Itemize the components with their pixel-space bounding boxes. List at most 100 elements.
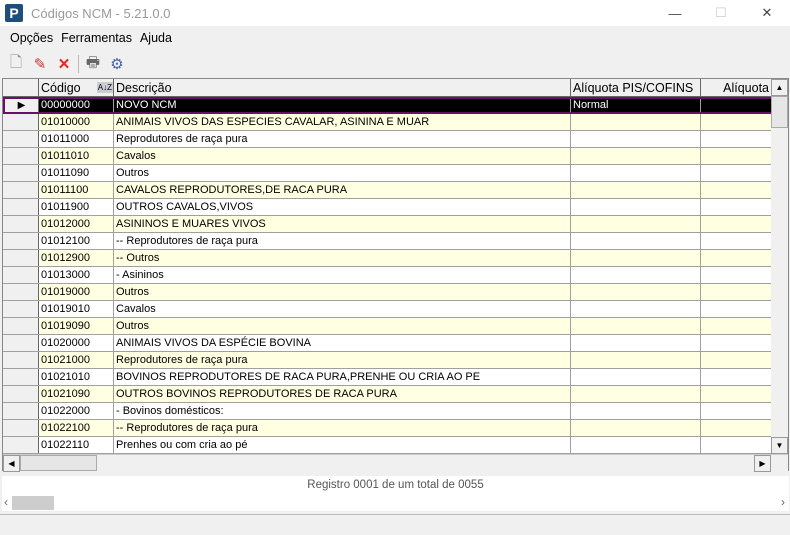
cell-descricao[interactable]: OUTROS BOVINOS REPRODUTORES DE RACA PURA bbox=[114, 386, 571, 402]
menu-opcoes[interactable]: Opções bbox=[6, 31, 57, 45]
cell-descricao[interactable]: ANIMAIS VIVOS DA ESPÉCIE BOVINA bbox=[114, 335, 571, 351]
edit-pencil-icon[interactable]: ✎ bbox=[30, 54, 50, 74]
row-indicator[interactable] bbox=[3, 148, 39, 164]
table-row[interactable]: 01022110 Prenhes ou com cria ao pé bbox=[3, 437, 773, 454]
cell-aliquota[interactable] bbox=[701, 420, 772, 436]
cell-descricao[interactable]: CAVALOS REPRODUTORES,DE RACA PURA bbox=[114, 182, 571, 198]
row-indicator[interactable] bbox=[3, 216, 39, 232]
cell-codigo[interactable]: 01011010 bbox=[39, 148, 114, 164]
cell-aliquota[interactable] bbox=[701, 233, 772, 249]
table-row[interactable]: 01012000 ASININOS E MUARES VIVOS bbox=[3, 216, 773, 233]
vertical-scrollbar[interactable]: ▲ ▼ bbox=[771, 79, 788, 454]
table-row[interactable]: 01011900 OUTROS CAVALOS,VIVOS bbox=[3, 199, 773, 216]
cell-codigo[interactable]: 01022100 bbox=[39, 420, 114, 436]
cell-aliquota-pis-cofins[interactable] bbox=[571, 335, 701, 351]
cell-aliquota-pis-cofins[interactable] bbox=[571, 369, 701, 385]
menu-ajuda[interactable]: Ajuda bbox=[136, 31, 176, 45]
bottom-scroll-left-icon[interactable]: ‹ bbox=[4, 495, 8, 509]
cell-aliquota[interactable] bbox=[701, 250, 772, 266]
table-row[interactable]: 01019090 Outros bbox=[3, 318, 773, 335]
cell-aliquota-pis-cofins[interactable] bbox=[571, 267, 701, 283]
cell-codigo[interactable]: 01012900 bbox=[39, 250, 114, 266]
bottom-scrollbar[interactable]: ‹ › bbox=[2, 495, 789, 511]
cell-aliquota[interactable] bbox=[701, 403, 772, 419]
scroll-up-icon[interactable]: ▲ bbox=[771, 79, 788, 96]
current-row-pointer-icon[interactable]: ▶ bbox=[3, 97, 39, 113]
cell-descricao[interactable]: Outros bbox=[114, 318, 571, 334]
cell-aliquota-pis-cofins[interactable] bbox=[571, 318, 701, 334]
column-codigo[interactable]: Código A↓Z bbox=[39, 79, 114, 96]
bottom-scroll-thumb[interactable] bbox=[12, 496, 54, 510]
cell-aliquota[interactable] bbox=[701, 369, 772, 385]
cell-aliquota[interactable] bbox=[701, 131, 772, 147]
cell-aliquota-pis-cofins[interactable] bbox=[571, 199, 701, 215]
cell-aliquota[interactable] bbox=[701, 114, 772, 130]
cell-descricao[interactable]: -- Reprodutores de raça pura bbox=[114, 420, 571, 436]
maximize-button[interactable]: ☐ bbox=[698, 0, 744, 26]
table-row[interactable]: 01020000 ANIMAIS VIVOS DA ESPÉCIE BOVINA bbox=[3, 335, 773, 352]
cell-aliquota-pis-cofins[interactable] bbox=[571, 114, 701, 130]
close-button[interactable]: ✕ bbox=[744, 0, 790, 26]
cell-codigo[interactable]: 01011100 bbox=[39, 182, 114, 198]
row-indicator[interactable] bbox=[3, 233, 39, 249]
menu-ferramentas[interactable]: Ferramentas bbox=[57, 31, 136, 45]
cell-aliquota[interactable] bbox=[701, 182, 772, 198]
scroll-left-icon[interactable]: ◀ bbox=[3, 455, 20, 472]
print-settings-icon[interactable]: ⚙ bbox=[107, 54, 127, 74]
cell-codigo[interactable]: 01020000 bbox=[39, 335, 114, 351]
cell-aliquota-pis-cofins[interactable] bbox=[571, 182, 701, 198]
cell-aliquota-pis-cofins[interactable] bbox=[571, 131, 701, 147]
horizontal-scrollbar[interactable]: ◀ ▶ bbox=[3, 454, 788, 472]
cell-aliquota[interactable] bbox=[701, 148, 772, 164]
cell-aliquota[interactable] bbox=[701, 199, 772, 215]
cell-descricao[interactable]: Prenhes ou com cria ao pé bbox=[114, 437, 571, 453]
scroll-right-icon[interactable]: ▶ bbox=[754, 455, 771, 472]
cell-codigo[interactable]: 01021010 bbox=[39, 369, 114, 385]
cell-aliquota-pis-cofins[interactable] bbox=[571, 148, 701, 164]
cell-aliquota[interactable] bbox=[701, 335, 772, 351]
cell-aliquota[interactable] bbox=[701, 267, 772, 283]
column-aliquota[interactable]: Alíquota bbox=[701, 79, 772, 96]
cell-aliquota-pis-cofins[interactable]: Normal bbox=[571, 97, 701, 113]
cell-aliquota-pis-cofins[interactable] bbox=[571, 301, 701, 317]
cell-aliquota[interactable] bbox=[701, 97, 772, 113]
sort-az-icon[interactable]: A↓Z bbox=[96, 82, 113, 93]
cell-aliquota[interactable] bbox=[701, 318, 772, 334]
table-row[interactable]: 01011000 Reprodutores de raça pura bbox=[3, 131, 773, 148]
row-indicator[interactable] bbox=[3, 386, 39, 402]
delete-x-icon[interactable]: ✕ bbox=[54, 54, 74, 74]
cell-descricao[interactable]: - Bovinos domésticos: bbox=[114, 403, 571, 419]
column-descricao[interactable]: Descrição bbox=[114, 79, 571, 96]
selected-row[interactable]: ▶ 00000000 NOVO NCM Normal bbox=[3, 97, 773, 114]
cell-aliquota[interactable] bbox=[701, 386, 772, 402]
cell-codigo[interactable]: 01011090 bbox=[39, 165, 114, 181]
cell-descricao[interactable]: -- Outros bbox=[114, 250, 571, 266]
cell-aliquota[interactable] bbox=[701, 301, 772, 317]
row-indicator[interactable] bbox=[3, 165, 39, 181]
cell-codigo[interactable]: 01019000 bbox=[39, 284, 114, 300]
row-indicator[interactable] bbox=[3, 284, 39, 300]
table-row[interactable]: 01019000 Outros bbox=[3, 284, 773, 301]
vertical-scroll-thumb[interactable] bbox=[771, 96, 788, 128]
cell-aliquota-pis-cofins[interactable] bbox=[571, 420, 701, 436]
cell-descricao[interactable]: Outros bbox=[114, 165, 571, 181]
cell-descricao[interactable]: Cavalos bbox=[114, 148, 571, 164]
cell-aliquota[interactable] bbox=[701, 216, 772, 232]
table-row[interactable]: 01012900 -- Outros bbox=[3, 250, 773, 267]
cell-descricao[interactable]: -- Reprodutores de raça pura bbox=[114, 233, 571, 249]
cell-descricao[interactable]: BOVINOS REPRODUTORES DE RACA PURA,PRENHE… bbox=[114, 369, 571, 385]
new-document-icon[interactable]: 🗋 bbox=[6, 54, 26, 74]
column-aliquota-pis-cofins[interactable]: Alíquota PIS/COFINS bbox=[571, 79, 701, 96]
table-row[interactable]: 01011090 Outros bbox=[3, 165, 773, 182]
cell-codigo[interactable]: 01011900 bbox=[39, 199, 114, 215]
scroll-down-icon[interactable]: ▼ bbox=[771, 437, 788, 454]
cell-aliquota-pis-cofins[interactable] bbox=[571, 250, 701, 266]
table-row[interactable]: 01012100 -- Reprodutores de raça pura bbox=[3, 233, 773, 250]
row-indicator[interactable] bbox=[3, 369, 39, 385]
cell-aliquota[interactable] bbox=[701, 284, 772, 300]
horizontal-scroll-thumb[interactable] bbox=[20, 455, 97, 471]
table-row[interactable]: 01011010 Cavalos bbox=[3, 148, 773, 165]
cell-codigo[interactable]: 01019090 bbox=[39, 318, 114, 334]
cell-descricao[interactable]: ANIMAIS VIVOS DAS ESPECIES CAVALAR, ASIN… bbox=[114, 114, 571, 130]
cell-aliquota-pis-cofins[interactable] bbox=[571, 437, 701, 453]
